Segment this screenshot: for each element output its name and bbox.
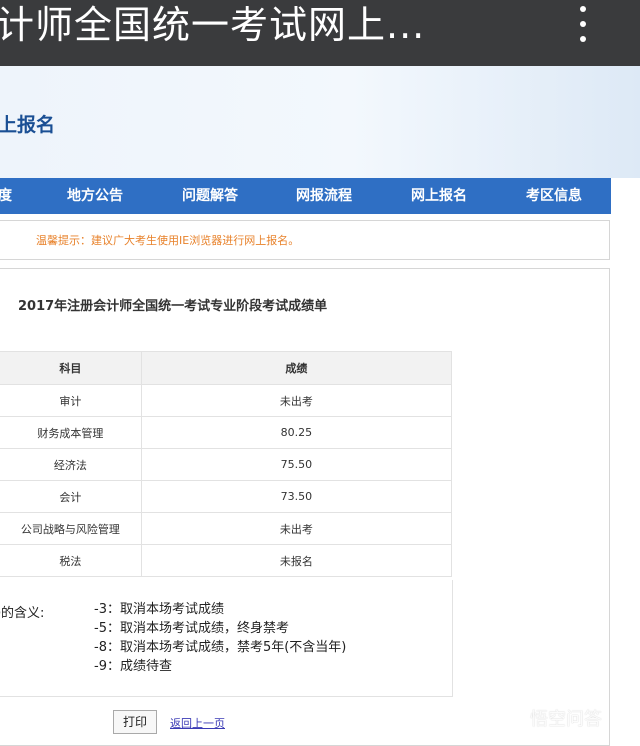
more-vertical-icon[interactable] (578, 6, 588, 46)
score-cell: 未出考 (140, 384, 453, 417)
nav-item-local-announcements[interactable]: 地方公告 (67, 178, 123, 214)
table-row: 公司战略与风险管理 未出考 (0, 512, 453, 545)
table-row: 税法 未报名 (0, 544, 453, 577)
legend-item: -5：取消本场考试成绩，终身禁考 (94, 621, 289, 636)
column-header-score: 成绩 (140, 351, 453, 385)
nav-item-registration-process[interactable]: 网报流程 (296, 178, 352, 214)
nav-item-partial[interactable]: 度 (0, 178, 12, 214)
chat-bubble-icon (504, 711, 526, 729)
subject-cell: 会计 (0, 480, 142, 513)
back-link[interactable]: 返回上一页 (170, 715, 225, 731)
code-legend: 码的含义: -3：取消本场考试成绩 -5：取消本场考试成绩，终身禁考 -8：取消… (0, 580, 453, 697)
score-cell: 75.50 (140, 448, 453, 481)
table-row: 财务成本管理 80.25 (0, 416, 453, 449)
table-row: 经济法 75.50 (0, 448, 453, 481)
site-banner: 上报名 (0, 66, 640, 178)
main-nav: 度 地方公告 问题解答 网报流程 网上报名 考区信息 (0, 178, 611, 214)
page-title: 计师全国统一考试网上... (0, 3, 426, 47)
app-header-bar: 计师全国统一考试网上... (0, 0, 640, 66)
notice-bar: 温馨提示：建议广大考生使用IE浏览器进行网上报名。 (0, 220, 610, 260)
score-cell: 73.50 (140, 480, 453, 513)
legend-list: -3：取消本场考试成绩 -5：取消本场考试成绩，终身禁考 -8：取消本场考试成绩… (94, 600, 346, 676)
legend-item: -8：取消本场考试成绩，禁考5年(不含当年) (94, 640, 347, 655)
subject-cell: 经济法 (0, 448, 142, 481)
watermark-text: 悟空问答 (530, 709, 602, 730)
nav-item-exam-area-info[interactable]: 考区信息 (526, 178, 582, 214)
score-sheet-title: 2017年注册会计师全国统一考试专业阶段考试成绩单 (18, 299, 328, 314)
legend-item: -9：成绩待查 (94, 659, 172, 674)
score-panel: 2017年注册会计师全国统一考试专业阶段考试成绩单 科目 成绩 审计 未出考 财… (0, 268, 610, 746)
table-row: 审计 未出考 (0, 384, 453, 417)
watermark: 悟空问答 (504, 706, 602, 734)
nav-item-faq[interactable]: 问题解答 (182, 178, 238, 214)
notice-text: 温馨提示：建议广大考生使用IE浏览器进行网上报名。 (36, 234, 300, 247)
table-header-row: 科目 成绩 (0, 351, 453, 385)
subject-cell: 审计 (0, 384, 142, 417)
table-row: 会计 73.50 (0, 480, 453, 513)
subject-cell: 公司战略与风险管理 (0, 512, 142, 545)
nav-item-online-registration[interactable]: 网上报名 (411, 178, 467, 214)
score-cell: 未出考 (140, 512, 453, 545)
score-cell: 80.25 (140, 416, 453, 449)
legend-item: -3：取消本场考试成绩 (94, 602, 224, 617)
subject-cell: 财务成本管理 (0, 416, 142, 449)
site-title: 上报名 (0, 114, 56, 136)
subject-cell: 税法 (0, 544, 142, 577)
score-table: 科目 成绩 审计 未出考 财务成本管理 80.25 经济法 75.50 会计 7… (0, 351, 453, 577)
score-cell: 未报名 (140, 544, 453, 577)
column-header-subject: 科目 (0, 351, 142, 385)
print-button[interactable]: 打印 (113, 710, 157, 734)
legend-label: 码的含义: (0, 606, 45, 621)
